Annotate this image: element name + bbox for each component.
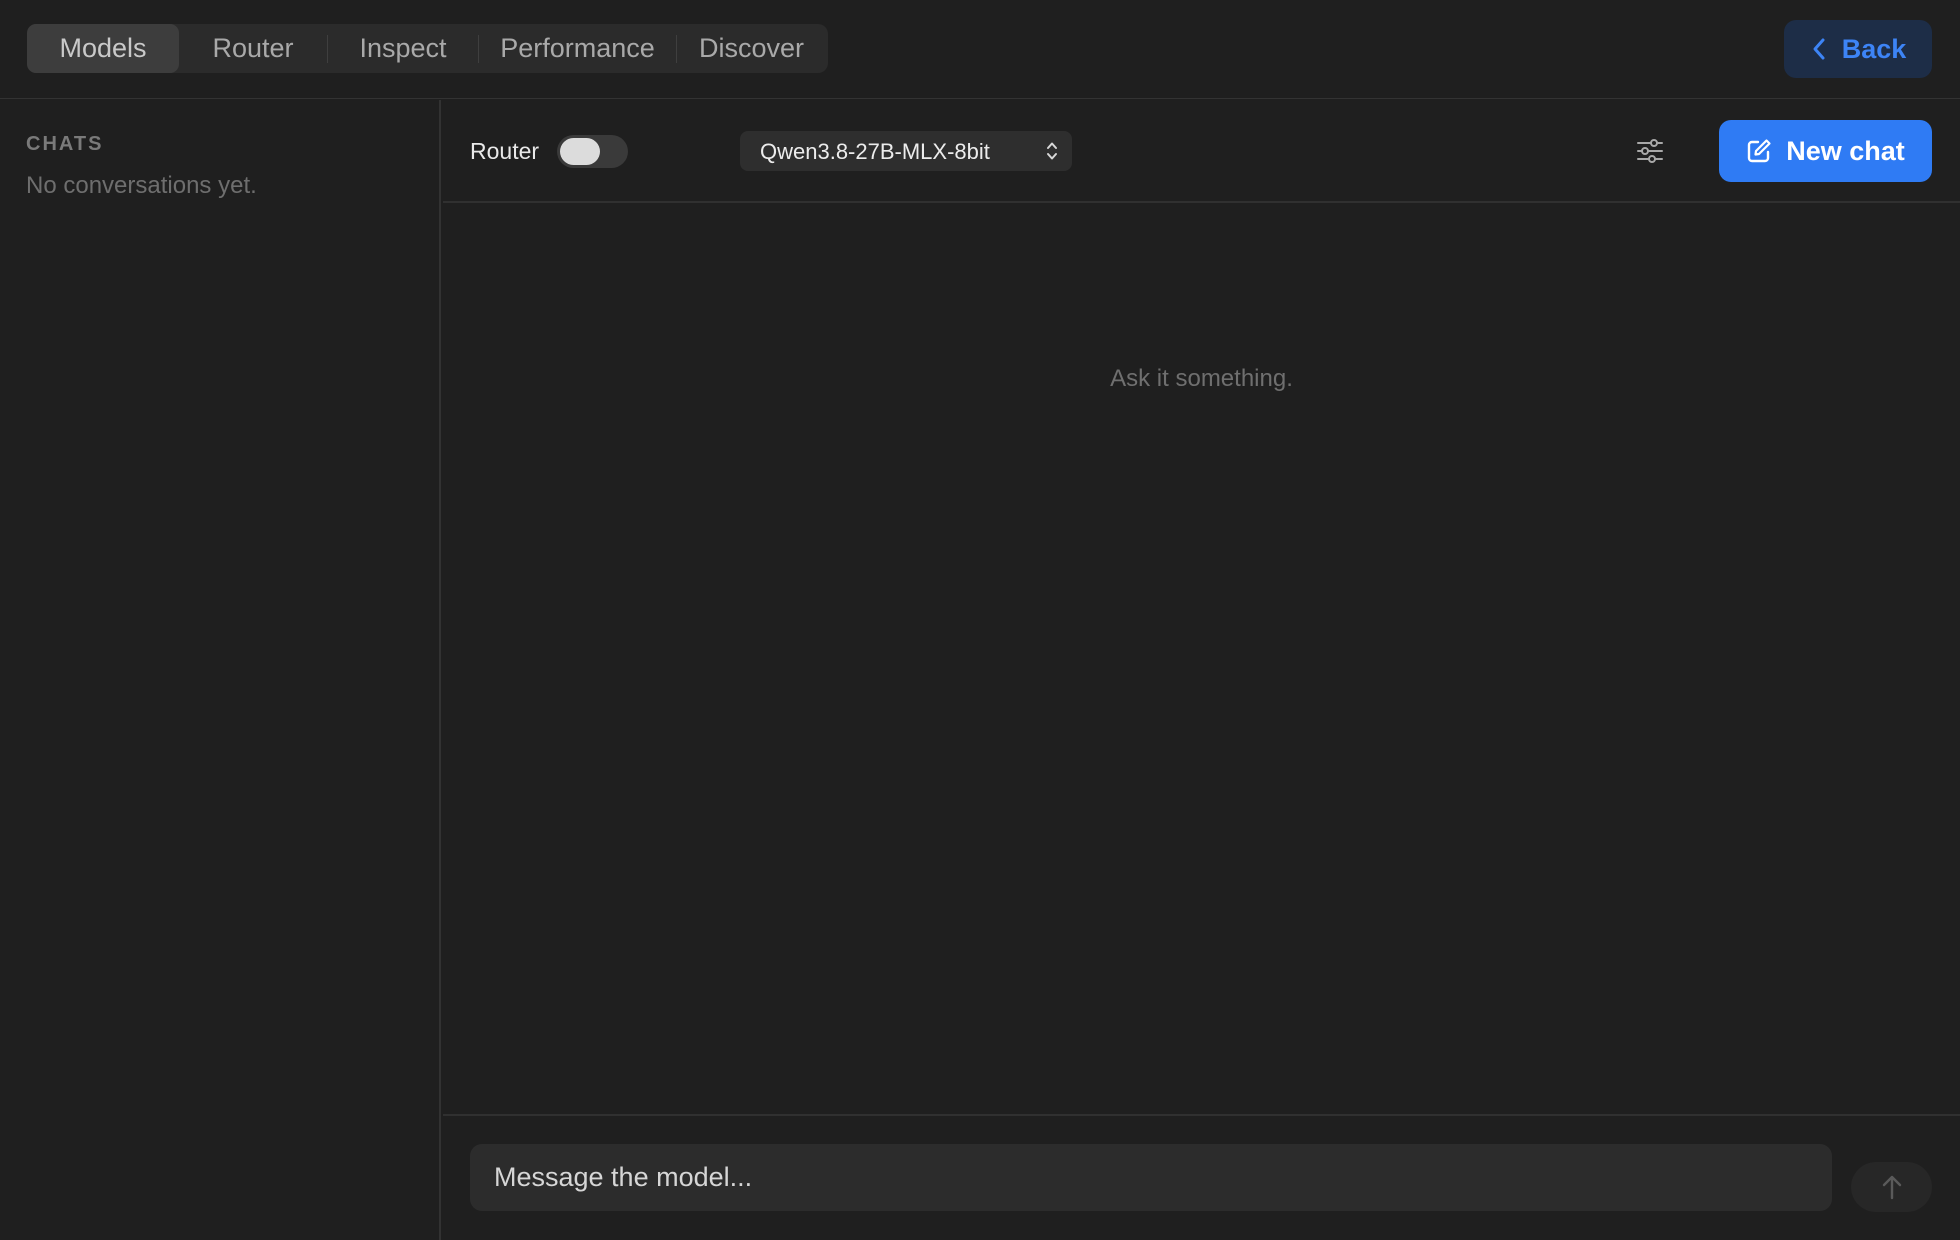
tab-performance-label: Performance	[500, 33, 655, 63]
tab-router[interactable]: Router	[179, 24, 327, 73]
top-bar: Models Router Inspect Performance Discov…	[0, 0, 1960, 99]
router-toggle[interactable]	[557, 135, 628, 168]
new-chat-label: New chat	[1786, 135, 1905, 166]
chevron-up-down-icon	[1047, 142, 1057, 160]
tab-discover[interactable]: Discover	[677, 24, 826, 73]
send-button[interactable]	[1851, 1162, 1932, 1212]
arrow-up-icon	[1882, 1175, 1901, 1200]
chat-area: Ask it something.	[443, 204, 1960, 1114]
tab-models[interactable]: Models	[27, 24, 179, 73]
compose-icon	[1748, 139, 1771, 163]
sliders-icon[interactable]	[1636, 136, 1664, 166]
sidebar-empty-text: No conversations yet.	[26, 172, 257, 199]
tab-bar: Models Router Inspect Performance Discov…	[27, 24, 828, 73]
tab-performance[interactable]: Performance	[479, 24, 676, 73]
new-chat-button[interactable]: New chat	[1719, 120, 1932, 182]
sidebar-heading: CHATS	[26, 133, 104, 155]
composer	[443, 1114, 1960, 1240]
model-select[interactable]: Qwen3.8-27B-MLX-8bit	[740, 131, 1072, 171]
router-toggle-knob	[560, 138, 600, 165]
model-select-value: Qwen3.8-27B-MLX-8bit	[760, 139, 990, 164]
router-toggle-label: Router	[470, 138, 540, 164]
tab-inspect-label: Inspect	[359, 33, 447, 63]
message-input[interactable]	[470, 1144, 1832, 1211]
sidebar: CHATS No conversations yet.	[0, 100, 441, 1240]
tab-models-label: Models	[59, 33, 147, 63]
chevron-left-icon	[1813, 38, 1825, 60]
app-window: Models Router Inspect Performance Discov…	[0, 0, 1960, 1240]
tab-inspect[interactable]: Inspect	[328, 24, 478, 73]
back-button-label: Back	[1841, 33, 1907, 64]
chat-empty-hint: Ask it something.	[1110, 365, 1293, 392]
back-button[interactable]: Back	[1784, 20, 1932, 78]
tab-discover-label: Discover	[698, 33, 805, 63]
chat-header: Router Qwen3.8-27B-MLX-8bit New chat	[443, 100, 1960, 203]
tab-router-label: Router	[212, 33, 294, 63]
